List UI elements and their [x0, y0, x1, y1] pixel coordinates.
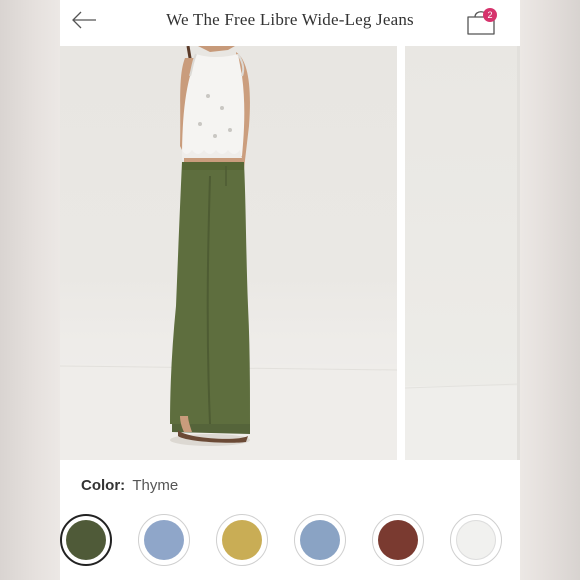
color-swatch[interactable] [216, 514, 268, 566]
app-screen: We The Free Libre Wide-Leg Jeans 2 Color… [60, 0, 520, 580]
product-photo-main[interactable] [60, 46, 397, 460]
back-button[interactable] [68, 6, 100, 34]
color-swatch[interactable] [138, 514, 190, 566]
swatch-fill [378, 520, 418, 560]
color-swatch-list [60, 514, 520, 574]
product-image-gallery[interactable] [60, 46, 520, 460]
model-wearing-jeans-image [60, 46, 397, 460]
selected-color-name: Thyme [132, 477, 179, 494]
color-swatch-thyme[interactable] [60, 514, 112, 566]
swatch-fill [300, 520, 340, 560]
background-blur-right [520, 0, 580, 580]
color-swatch[interactable] [450, 514, 502, 566]
color-label: Color: [81, 477, 126, 494]
page-title: We The Free Libre Wide-Leg Jeans [166, 10, 414, 29]
swatch-fill [222, 520, 262, 560]
swatch-fill [456, 520, 496, 560]
selected-color-row: Color: Thyme [81, 477, 178, 494]
cart-count-badge: 2 [483, 8, 497, 22]
swatch-fill [66, 520, 106, 560]
top-bar: We The Free Libre Wide-Leg Jeans 2 [60, 0, 520, 44]
color-swatch[interactable] [294, 514, 346, 566]
color-swatch[interactable] [372, 514, 424, 566]
swatch-fill [144, 520, 184, 560]
next-product-image [405, 46, 520, 460]
arrow-left-icon [72, 11, 96, 29]
background-blur-left [0, 0, 60, 580]
product-photo-next[interactable] [405, 46, 520, 460]
